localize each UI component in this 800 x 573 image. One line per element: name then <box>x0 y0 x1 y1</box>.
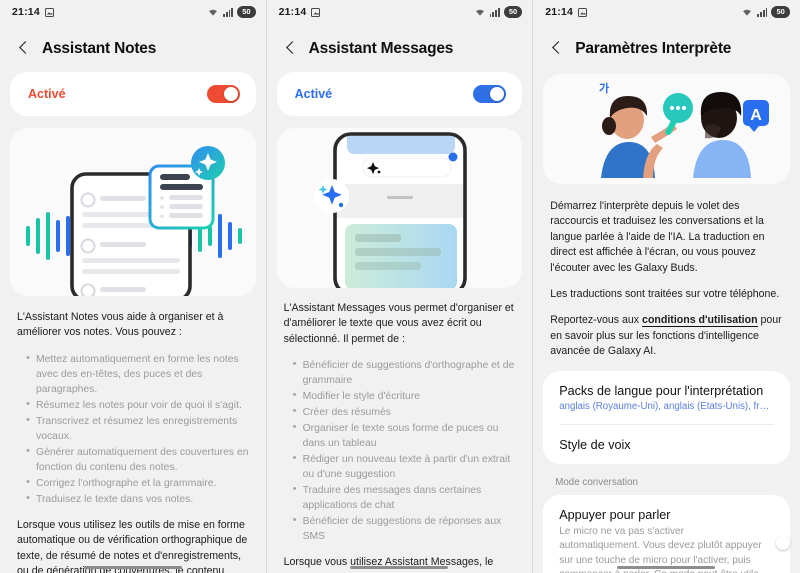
interpreter-paragraph-1: Démarrez l'interprète depuis le volet de… <box>550 200 765 274</box>
interpreter-paragraph-3: Reportez-vous aux conditions d'utilisati… <box>550 313 783 359</box>
screenshot-icon <box>311 7 321 17</box>
battery-icon: 50 <box>237 6 256 18</box>
notes-body: L'Assistant Notes vous aide à organiser … <box>0 296 266 573</box>
page-title: Paramètres Interprète <box>575 40 732 57</box>
status-bar: 21:14 50 <box>267 0 533 24</box>
messages-bullet-list: Bénéficier de suggestions d'orthographe … <box>284 357 516 544</box>
screenshot-icon <box>44 7 54 17</box>
status-time: 21:14 <box>545 6 574 18</box>
row-voice-style[interactable]: Style de voix <box>559 423 774 464</box>
svg-text:A: A <box>750 107 762 124</box>
battery-icon: 50 <box>771 6 790 18</box>
row-title: Appuyer pour parler <box>559 507 671 522</box>
messages-illustration <box>276 128 523 288</box>
row-push-to-talk[interactable]: Appuyer pour parler Le micro ne va pas s… <box>559 495 790 573</box>
status-time: 21:14 <box>12 6 40 18</box>
status-bar: 21:14 50 <box>533 0 800 24</box>
enable-switch-row[interactable]: Activé <box>276 72 523 116</box>
back-arrow-icon[interactable] <box>284 42 298 56</box>
screenshot-icon <box>578 7 588 17</box>
enable-switch-row[interactable]: Activé <box>10 72 256 116</box>
list-item: Organiser le texte sous forme de puces o… <box>292 420 516 451</box>
row-title: Packs de langue pour l'interprétation <box>559 383 764 398</box>
svg-text:가: 가 <box>599 81 609 95</box>
list-item: Générer automatiquement des couvertures … <box>25 444 249 475</box>
notes-illustration <box>10 128 256 296</box>
list-item: Traduire des messages dans certaines app… <box>292 482 516 513</box>
enable-toggle[interactable] <box>473 85 507 103</box>
notes-intro: L'Assistant Notes vous aide à organiser … <box>17 311 224 339</box>
status-bar-left: 21:14 <box>279 6 321 18</box>
list-item: Rédiger un nouveau texte à partir d'un e… <box>292 451 516 482</box>
list-item: Créer des résumés <box>292 404 516 420</box>
row-subtitle: anglais (Royaume-Uni), anglais (États-Un… <box>559 400 774 412</box>
messages-intro: L'Assistant Messages vous permet d'organ… <box>283 302 514 345</box>
signal-icon <box>489 7 500 17</box>
list-item: Corrigez l'orthographe et la grammaire. <box>25 475 249 491</box>
section-label-conversation-mode: Mode conversation <box>555 476 638 488</box>
signal-icon <box>223 7 234 17</box>
interpreter-illustration: 가 A <box>543 74 790 184</box>
title-bar: Assistant Messages <box>267 24 533 72</box>
screen-parametres-interprete: 21:14 50 Paramètres Interprète 가 A Démar… <box>533 0 800 573</box>
back-arrow-icon[interactable] <box>550 42 564 56</box>
interpreter-paragraph-2: Les traductions sont traitées sur votre … <box>550 288 780 301</box>
interpreter-settings-card: Packs de langue pour l'interprétation an… <box>543 370 790 464</box>
nav-gesture-handle[interactable] <box>83 565 182 569</box>
list-item: Transcrivez et résumez les enregistremen… <box>25 413 249 444</box>
messages-body: L'Assistant Messages vous permet d'organ… <box>267 288 533 573</box>
status-time: 21:14 <box>278 6 307 18</box>
messages-paragraph: Lorsque vous utilisez Assistant Messages… <box>283 556 500 573</box>
row-language-packs[interactable]: Packs de langue pour l'interprétation an… <box>559 371 774 424</box>
wifi-icon <box>474 7 486 17</box>
terms-of-use-link[interactable]: conditions d'utilisation <box>642 314 758 328</box>
interpreter-body: Démarrez l'interprète depuis le volet de… <box>533 184 800 360</box>
screen-assistant-messages: 21:14 50 Assistant Messages Activé L'Ass… <box>266 0 534 573</box>
list-item: Bénéficier de suggestions d'orthographe … <box>292 357 516 388</box>
back-arrow-icon[interactable] <box>17 42 31 56</box>
page-title: Assistant Messages <box>308 40 454 57</box>
status-bar-right: 50 <box>741 6 790 18</box>
list-item: Résumez les notes pour voir de quoi il s… <box>25 397 249 413</box>
title-bar: Assistant Notes <box>0 24 266 72</box>
enable-switch-label: Activé <box>28 87 66 101</box>
nav-gesture-handle[interactable] <box>350 565 449 569</box>
list-item: Bénéficier de suggestions de réponses au… <box>292 513 516 544</box>
notes-bullet-list: Mettez automatiquement en forme les note… <box>17 351 249 507</box>
enable-toggle[interactable] <box>206 85 240 103</box>
row-title: Style de voix <box>559 437 631 452</box>
enable-switch-label: Activé <box>294 87 333 101</box>
battery-icon: 50 <box>503 6 523 18</box>
status-bar-right: 50 <box>207 6 256 18</box>
page-title: Assistant Notes <box>42 40 157 57</box>
nav-gesture-handle[interactable] <box>617 565 716 569</box>
signal-icon <box>757 7 768 17</box>
push-to-talk-card: Appuyer pour parler Le micro ne va pas s… <box>543 494 790 573</box>
status-bar-right: 50 <box>474 6 523 18</box>
list-item: Modifier le style d'écriture <box>292 388 516 404</box>
title-bar: Paramètres Interprète <box>533 24 800 72</box>
list-item: Traduisez le texte dans vos notes. <box>25 491 249 507</box>
screens-container: 21:14 50 Assistant Notes Activé L'Assist… <box>0 0 800 573</box>
list-item: Mettez automatiquement en forme les note… <box>25 351 249 397</box>
status-bar-left: 21:14 <box>12 6 54 18</box>
wifi-icon <box>741 7 753 17</box>
status-bar: 21:14 50 <box>0 0 266 24</box>
terms-prefix: Reportez-vous aux <box>550 314 643 327</box>
status-bar-left: 21:14 <box>545 6 588 18</box>
push-to-talk-text: Appuyer pour parler Le micro ne va pas s… <box>559 508 764 573</box>
screen-assistant-notes: 21:14 50 Assistant Notes Activé L'Assist… <box>0 0 267 573</box>
wifi-icon <box>207 7 219 17</box>
